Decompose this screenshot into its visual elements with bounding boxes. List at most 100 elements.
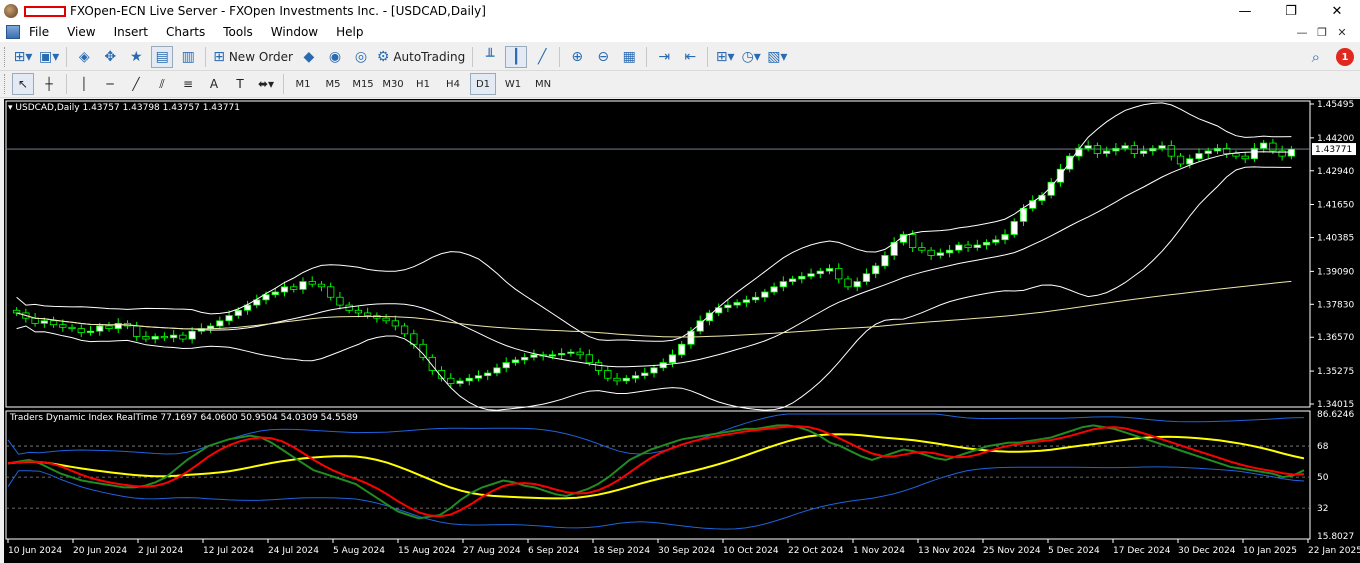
candlestick-icon[interactable]: ┃: [505, 45, 528, 68]
candle-body: [1130, 145, 1138, 154]
candle-body: [604, 370, 612, 379]
autotrading-icon: ⚙: [376, 48, 390, 65]
mdi-restore-icon[interactable]: ❐: [1312, 26, 1332, 39]
chart-shift-icon[interactable]: ⇤: [679, 46, 701, 68]
candle-body: [936, 252, 944, 256]
horizontal-line-icon[interactable]: ─: [99, 73, 121, 95]
date-tick-label: 10 Jun 2024: [8, 546, 62, 556]
new-order-button[interactable]: ⊞ New Order: [212, 46, 294, 68]
signals-icon[interactable]: ◉: [324, 46, 346, 68]
candle-body: [151, 336, 159, 340]
indicator-info: Traders Dynamic Index RealTime 77.1697 6…: [10, 413, 358, 423]
fibonacci-icon[interactable]: ≡: [177, 73, 199, 95]
menu-charts[interactable]: Charts: [157, 22, 214, 42]
profiles-icon[interactable]: ▣▾: [38, 46, 60, 68]
tile-windows-icon[interactable]: ▦: [618, 46, 640, 68]
price-chart-svg[interactable]: 1.45495 1.44200 1.42940 1.41650 1.40385 1.390…: [4, 99, 1360, 563]
text-icon[interactable]: A: [203, 73, 225, 95]
periods-icon[interactable]: ◷▾: [740, 46, 762, 68]
price-tick-label: 1.36570: [1317, 333, 1354, 343]
candle-body: [872, 265, 880, 275]
mdi-controls: — ❐ ✕: [1292, 22, 1352, 42]
timeframe-h1[interactable]: H1: [410, 73, 436, 95]
text-label-icon[interactable]: T: [229, 73, 251, 95]
close-button[interactable]: ✕: [1314, 0, 1360, 22]
arrows-icon[interactable]: ⬌▾: [255, 73, 277, 95]
new-chart-icon[interactable]: ⊞▾: [12, 46, 34, 68]
toolbar-grip[interactable]: [4, 74, 7, 94]
chart-window[interactable]: 1.45495 1.44200 1.42940 1.41650 1.40385 1.390…: [4, 99, 1360, 563]
candle-body: [419, 343, 427, 358]
candle-body: [1121, 145, 1129, 149]
timeframe-m15[interactable]: M15: [350, 73, 376, 95]
mdi-minimize-icon[interactable]: —: [1292, 26, 1312, 39]
timeframe-mn[interactable]: MN: [530, 73, 556, 95]
date-tick-label: 5 Dec 2024: [1048, 546, 1100, 556]
timeframe-m30[interactable]: M30: [380, 73, 406, 95]
timeframe-d1[interactable]: D1: [470, 73, 496, 95]
candle-body: [160, 336, 169, 339]
crosshair-icon[interactable]: ┼: [38, 73, 60, 95]
timeframe-w1[interactable]: W1: [500, 73, 526, 95]
data-window-icon[interactable]: ✥: [99, 46, 121, 68]
price-tick-label: 1.40385: [1317, 234, 1354, 244]
candle-body: [1186, 158, 1194, 165]
indicators-icon[interactable]: ⊞▾: [714, 46, 736, 68]
candle-body: [816, 270, 824, 275]
autotrading-button[interactable]: ⚙ AutoTrading: [376, 46, 466, 68]
candle-body: [548, 354, 557, 357]
candle-body: [742, 299, 751, 303]
candle-body: [216, 320, 224, 327]
menu-help[interactable]: Help: [327, 22, 372, 42]
symbol-info: ▾ USDCAD,Daily 1.43757 1.43798 1.43757 1…: [8, 103, 240, 113]
indicator-tick-label: 86.6246: [1317, 410, 1354, 420]
candle-body: [410, 333, 418, 345]
timeframe-h4[interactable]: H4: [440, 73, 466, 95]
candle-body: [327, 286, 335, 298]
menu-insert[interactable]: Insert: [105, 22, 157, 42]
market-watch-icon[interactable]: ◈: [73, 46, 95, 68]
candle-body: [964, 244, 972, 248]
toolbar-grip[interactable]: [4, 46, 7, 67]
indicator-tick-label: 68: [1317, 442, 1329, 452]
tester-icon[interactable]: ▥: [177, 46, 199, 68]
zoom-in-icon[interactable]: ⊕: [566, 46, 588, 68]
templates-icon[interactable]: ▧▾: [766, 46, 788, 68]
date-tick-label: 15 Aug 2024: [398, 546, 456, 556]
trendline-icon[interactable]: ╱: [125, 73, 147, 95]
equidistant-channel-icon[interactable]: ⫽: [151, 73, 173, 95]
candle-body: [391, 320, 399, 327]
bar-chart-icon[interactable]: ╨: [479, 46, 501, 68]
line-chart-icon[interactable]: ╱: [531, 46, 553, 68]
timeframe-m5[interactable]: M5: [320, 73, 346, 95]
zoom-out-icon[interactable]: ⊖: [592, 46, 614, 68]
auto-scroll-icon[interactable]: ⇥: [653, 46, 675, 68]
cursor-icon[interactable]: ↖: [12, 73, 34, 95]
menu-view[interactable]: View: [58, 22, 104, 42]
timeframe-m1[interactable]: M1: [290, 73, 316, 95]
metaeditor-icon[interactable]: ◆: [298, 46, 320, 68]
menu-window[interactable]: Window: [262, 22, 327, 42]
chart-window-icon[interactable]: [6, 25, 20, 39]
candle-body: [31, 317, 39, 324]
standard-toolbar: ⊞▾ ▣▾ ◈ ✥ ★ ▤ ▥ ⊞ New Order ◆ ◉ ◎ ⚙ Auto…: [0, 43, 1360, 71]
menu-tools[interactable]: Tools: [214, 22, 262, 42]
candle-body: [1001, 234, 1009, 241]
price-tick-label: 1.35275: [1317, 367, 1354, 377]
mdi-close-icon[interactable]: ✕: [1332, 26, 1352, 39]
date-tick-label: 1 Nov 2024: [853, 546, 905, 556]
maximize-button[interactable]: ❐: [1268, 0, 1314, 22]
search-icon[interactable]: ⌕: [1312, 48, 1320, 66]
notification-badge[interactable]: 1: [1336, 48, 1354, 66]
minimize-button[interactable]: —: [1222, 0, 1268, 22]
date-tick-label: 18 Sep 2024: [593, 546, 650, 556]
candle-body: [142, 336, 150, 340]
candle-body: [853, 281, 861, 288]
navigator-icon[interactable]: ★: [125, 46, 147, 68]
terminal-icon[interactable]: ▤: [151, 45, 174, 68]
vps-icon[interactable]: ◎: [350, 46, 372, 68]
vertical-line-icon[interactable]: │: [73, 73, 95, 95]
tdi-rsi-price-line: [7, 424, 1305, 520]
candle-body: [622, 377, 630, 382]
menu-file[interactable]: File: [20, 22, 58, 42]
